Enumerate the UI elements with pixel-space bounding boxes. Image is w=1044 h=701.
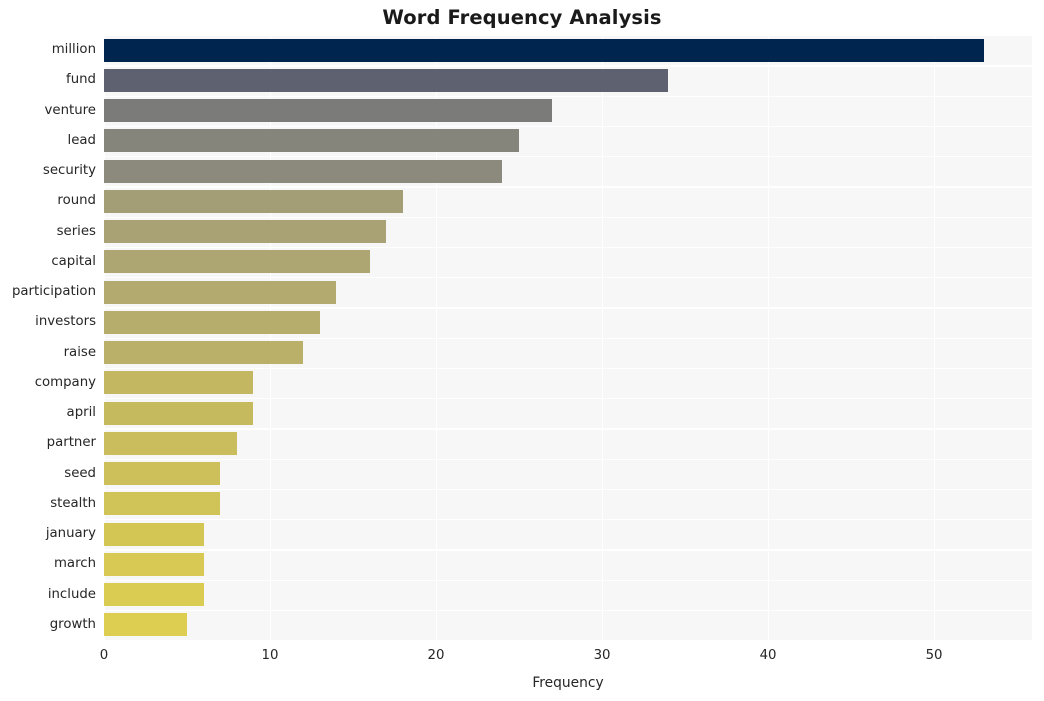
bar[interactable] [104, 492, 221, 516]
x-axis-tick-label: 40 [759, 648, 777, 663]
gridline-horizontal [104, 398, 1032, 400]
bar[interactable] [104, 431, 237, 455]
bar[interactable] [104, 310, 320, 334]
y-axis-tick-label: seed [64, 465, 96, 481]
bar[interactable] [104, 250, 370, 274]
y-axis-tick-label: include [47, 586, 96, 602]
gridline-horizontal [104, 640, 1032, 642]
y-axis-tick-label: capital [51, 253, 96, 269]
gridline-horizontal [104, 246, 1032, 249]
bar[interactable] [104, 613, 187, 637]
chart-figure: Word Frequency Analysis million fund ventu… [0, 0, 1044, 701]
gridline-horizontal [104, 609, 1032, 612]
bar[interactable] [104, 371, 254, 395]
y-axis-tick-label: participation [11, 284, 96, 300]
gridline-horizontal [104, 125, 1032, 128]
bar[interactable] [104, 129, 520, 153]
y-axis-tick-label: venture [44, 102, 96, 118]
gridline-horizontal [104, 307, 1032, 309]
bar[interactable] [104, 99, 553, 123]
gridline-horizontal [104, 549, 1032, 551]
y-axis-tick-label: growth [49, 616, 96, 632]
bar[interactable] [104, 583, 204, 607]
bar[interactable] [104, 522, 204, 546]
bar[interactable] [104, 189, 403, 213]
gridline-horizontal [104, 277, 1032, 279]
y-axis-tick-label: series [56, 223, 96, 239]
bar[interactable] [104, 280, 337, 304]
x-axis-tick-label: 20 [427, 648, 445, 663]
bar[interactable] [104, 68, 669, 92]
gridline-horizontal [104, 428, 1032, 430]
y-axis-tick-label: company [34, 374, 96, 390]
y-axis-tick-label: million [51, 42, 96, 58]
bar[interactable] [104, 159, 503, 183]
plot-area [104, 35, 1032, 642]
bar[interactable] [104, 462, 221, 486]
y-axis-tick-label: lead [67, 132, 96, 148]
y-axis-tick-label: round [57, 193, 96, 209]
y-axis-tick-label: raise [63, 344, 96, 360]
gridline-horizontal [104, 186, 1032, 188]
gridline-horizontal [104, 367, 1032, 370]
bar[interactable] [104, 401, 254, 425]
chart-title: Word Frequency Analysis [382, 6, 662, 29]
gridline-horizontal [104, 95, 1032, 97]
gridline-horizontal [104, 488, 1032, 491]
gridline-horizontal [104, 519, 1032, 521]
gridline-horizontal [104, 579, 1032, 581]
gridline-horizontal [104, 458, 1032, 460]
bar[interactable] [104, 220, 387, 244]
x-axis-tick-label: 0 [99, 648, 109, 663]
y-axis-tick-labels: million fund venture lead security round serie… [0, 35, 96, 640]
y-axis-tick-label: fund [66, 72, 96, 88]
bar[interactable] [104, 341, 304, 365]
x-axis-tick-label: 30 [593, 648, 611, 663]
gridline-horizontal [104, 35, 1032, 37]
gridline-horizontal [104, 65, 1032, 67]
x-axis-title: Frequency [532, 675, 604, 691]
gridline-horizontal [104, 216, 1032, 218]
x-axis-tick-labels: 0 10 20 30 40 50 [0, 648, 1044, 668]
y-axis-tick-label: january [45, 526, 96, 542]
y-axis-tick-label: march [53, 556, 96, 572]
bar[interactable] [104, 552, 204, 576]
y-axis-tick-label: april [66, 405, 96, 421]
gridline-horizontal [104, 337, 1032, 339]
y-axis-tick-label: investors [35, 314, 96, 330]
y-axis-tick-label: stealth [50, 495, 96, 511]
gridline-horizontal [104, 156, 1032, 158]
y-axis-tick-label: partner [46, 435, 96, 451]
x-axis-tick-label: 50 [925, 648, 943, 663]
bar[interactable] [104, 38, 984, 62]
x-axis-tick-label: 10 [261, 648, 279, 663]
y-axis-tick-label: security [42, 163, 96, 179]
